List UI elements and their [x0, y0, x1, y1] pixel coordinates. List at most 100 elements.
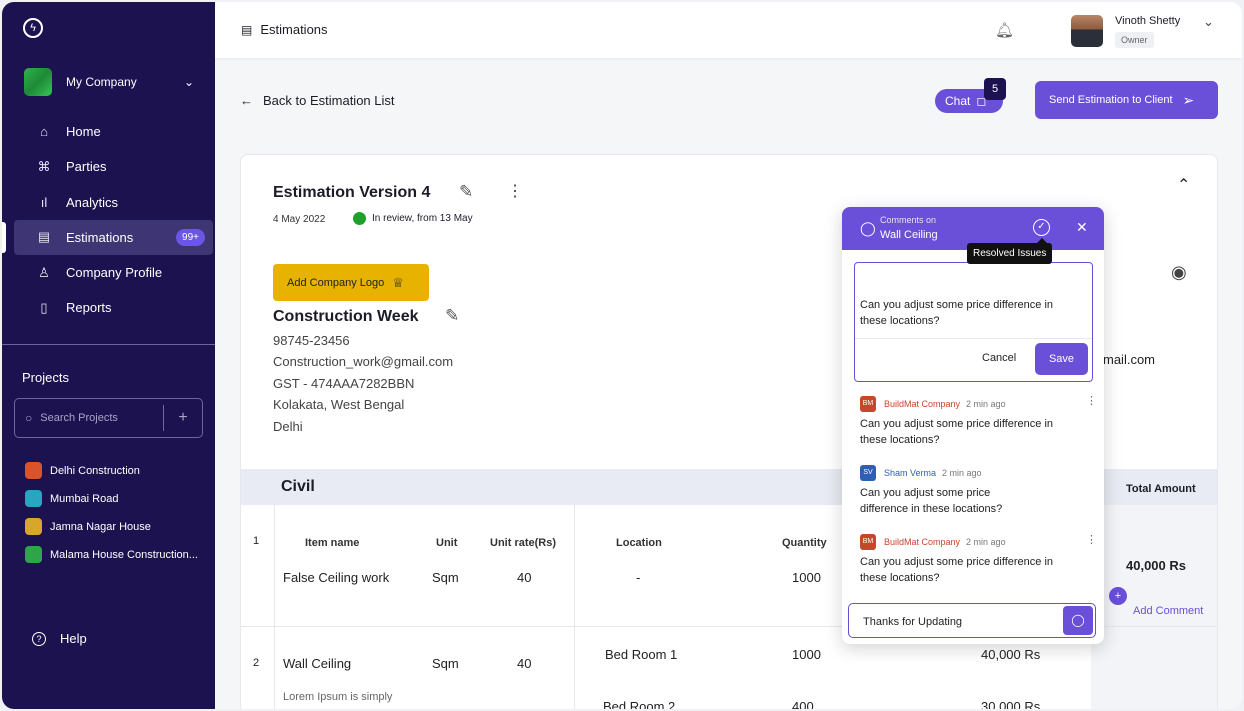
comments-subtitle: Comments on: [880, 215, 937, 225]
save-button[interactable]: Save: [1035, 343, 1088, 375]
sidebar-item-home[interactable]: ⌂ Home: [14, 114, 213, 149]
edit-icon[interactable]: ✎: [459, 182, 473, 202]
item-quantity: 400: [792, 699, 814, 709]
company-logo: [24, 68, 52, 96]
item-unit: Sqm: [432, 570, 459, 585]
sidebar-item-estimations[interactable]: ▤ Estimations 99+: [2, 219, 213, 255]
chat-label: Chat: [945, 94, 971, 108]
column-header-rate: Unit rate(Rs): [490, 537, 557, 549]
bell-icon[interactable]: 🔔︎: [995, 21, 1014, 39]
projects-heading: Projects: [22, 370, 69, 385]
user-role-badge: Owner: [1115, 32, 1154, 48]
row-number: 1: [253, 535, 260, 547]
search-icon: ○: [25, 411, 33, 425]
more-options-icon[interactable]: ⋮: [1086, 533, 1097, 546]
reply-input[interactable]: Thanks for Updating: [863, 616, 962, 628]
tooltip: Resolved Issues: [967, 238, 1053, 264]
column-header-quantity: Quantity: [782, 537, 827, 549]
row-number: 2: [253, 657, 260, 669]
chevron-down-icon[interactable]: ⌄: [1203, 14, 1214, 30]
column-header-unit: Unit: [436, 537, 458, 549]
item-total: 40,000 Rs: [1126, 558, 1186, 573]
add-logo-label: Add Company Logo: [287, 276, 385, 289]
comment-icon: ◯: [860, 220, 876, 236]
company-gst: GST - 474AAA7282BBN: [273, 376, 415, 391]
item-unit: Sqm: [432, 656, 459, 671]
project-avatar: [25, 518, 42, 535]
sidebar-item-label: Analytics: [66, 194, 119, 210]
add-company-logo-button[interactable]: Add Company Logo ♕: [273, 264, 429, 301]
item-rate: 40: [517, 656, 532, 671]
eye-icon[interactable]: ◉: [1171, 262, 1187, 283]
comment-time: 2 min ago: [942, 468, 982, 478]
project-name: Delhi Construction: [50, 464, 140, 477]
status-dot: [353, 212, 366, 225]
comment-author: BuildMat Company: [884, 537, 961, 547]
help-link[interactable]: ? Help: [32, 631, 87, 646]
sidebar-divider: [2, 344, 215, 345]
close-icon[interactable]: ✕: [1076, 219, 1088, 236]
search-input[interactable]: Search Projects: [40, 412, 163, 424]
company-address: Kolakata, West Bengal: [273, 397, 405, 412]
project-name: Mumbai Road: [50, 492, 119, 505]
company-name: My Company: [66, 75, 137, 89]
project-item[interactable]: Mumbai Road: [25, 490, 118, 507]
project-name: Malama House Construction...: [50, 548, 198, 561]
section-title: Civil: [281, 478, 315, 495]
project-item[interactable]: Jamna Nagar House: [25, 518, 151, 535]
sidebar-item-analytics[interactable]: ıl Analytics: [14, 185, 213, 220]
edit-icon[interactable]: ✎: [445, 306, 459, 326]
project-item[interactable]: Malama House Construction...: [25, 546, 198, 563]
more-options-icon[interactable]: ⋮: [1086, 394, 1097, 407]
sidebar-item-label: Estimations: [66, 229, 134, 245]
comment-item: BM BuildMat Company 2 min ago Can you adju…: [860, 534, 1090, 586]
comment-text: Can you adjust some price difference in …: [860, 487, 1003, 515]
add-comment-link[interactable]: Add Comment: [1133, 605, 1203, 617]
sidebar-item-reports[interactable]: ▯ Reports: [14, 290, 213, 325]
document-icon: ▤: [241, 22, 253, 37]
file-icon: ▯: [40, 299, 48, 315]
company-switcher[interactable]: My Company ⌄: [24, 68, 194, 96]
back-link[interactable]: ← Back to Estimation List: [240, 93, 395, 108]
item-amount: 40,000 Rs: [981, 647, 1041, 662]
comment-time: 2 min ago: [966, 537, 1006, 547]
reply-box: Thanks for Updating ◯: [848, 603, 1096, 638]
item-location: Bed Room 2: [603, 699, 676, 709]
avatar[interactable]: [1071, 15, 1103, 47]
chevron-up-icon[interactable]: ⌃: [1177, 175, 1190, 195]
project-item[interactable]: Delhi Construction: [25, 462, 140, 479]
comment-text: Can you adjust some price difference in …: [860, 556, 1054, 584]
project-name: Jamna Nagar House: [50, 520, 151, 533]
comment-text: Can you adjust some price difference in …: [860, 418, 1054, 446]
resolve-check-icon[interactable]: ✓: [1033, 219, 1050, 236]
sidebar-item-label: Company Profile: [66, 265, 163, 281]
help-icon: ?: [32, 631, 46, 646]
add-project-button[interactable]: +: [164, 409, 202, 427]
add-comment-icon[interactable]: +: [1109, 587, 1127, 605]
avatar: BM: [860, 534, 876, 550]
total-amount-header: Total Amount: [1126, 483, 1196, 495]
sidebar-item-label: Reports: [66, 300, 112, 316]
status-label: In review, from 13 May: [372, 213, 473, 224]
item-amount: 30,000 Rs: [981, 699, 1041, 709]
divider: [274, 627, 275, 709]
send-estimation-button[interactable]: Send Estimation to Client ➢: [1035, 81, 1218, 119]
sidebar-item-company-profile[interactable]: ♙ Company Profile: [14, 255, 213, 290]
item-quantity: 1000: [792, 570, 821, 585]
item-name: Wall Ceiling: [283, 656, 352, 671]
cancel-button[interactable]: Cancel: [982, 352, 1016, 364]
estimation-title: Estimation Version 4: [273, 184, 431, 201]
sidebar-item-label: Parties: [66, 159, 107, 175]
comment-time: 2 min ago: [966, 399, 1006, 409]
app-logo-icon[interactable]: ϟ: [23, 18, 43, 38]
sidebar-nav: ⌂ Home ⌘ Parties ıl Analytics ▤ Estimations 9…: [2, 114, 213, 326]
more-options-icon[interactable]: ⋮: [507, 181, 523, 201]
comment-edit-input[interactable]: Can you adjust some price difference in …: [860, 297, 1080, 329]
item-description: Lorem Ipsum is simply: [283, 691, 393, 703]
user-name: Vinoth Shetty: [1115, 15, 1181, 27]
sidebar-item-parties[interactable]: ⌘ Parties: [14, 149, 213, 184]
send-comment-button[interactable]: ◯: [1063, 606, 1093, 635]
item-quantity: 1000: [792, 647, 821, 662]
project-avatar: [25, 462, 42, 479]
comment-item: SV Sham Verma 2 min ago Can you adjust som…: [860, 465, 1090, 517]
